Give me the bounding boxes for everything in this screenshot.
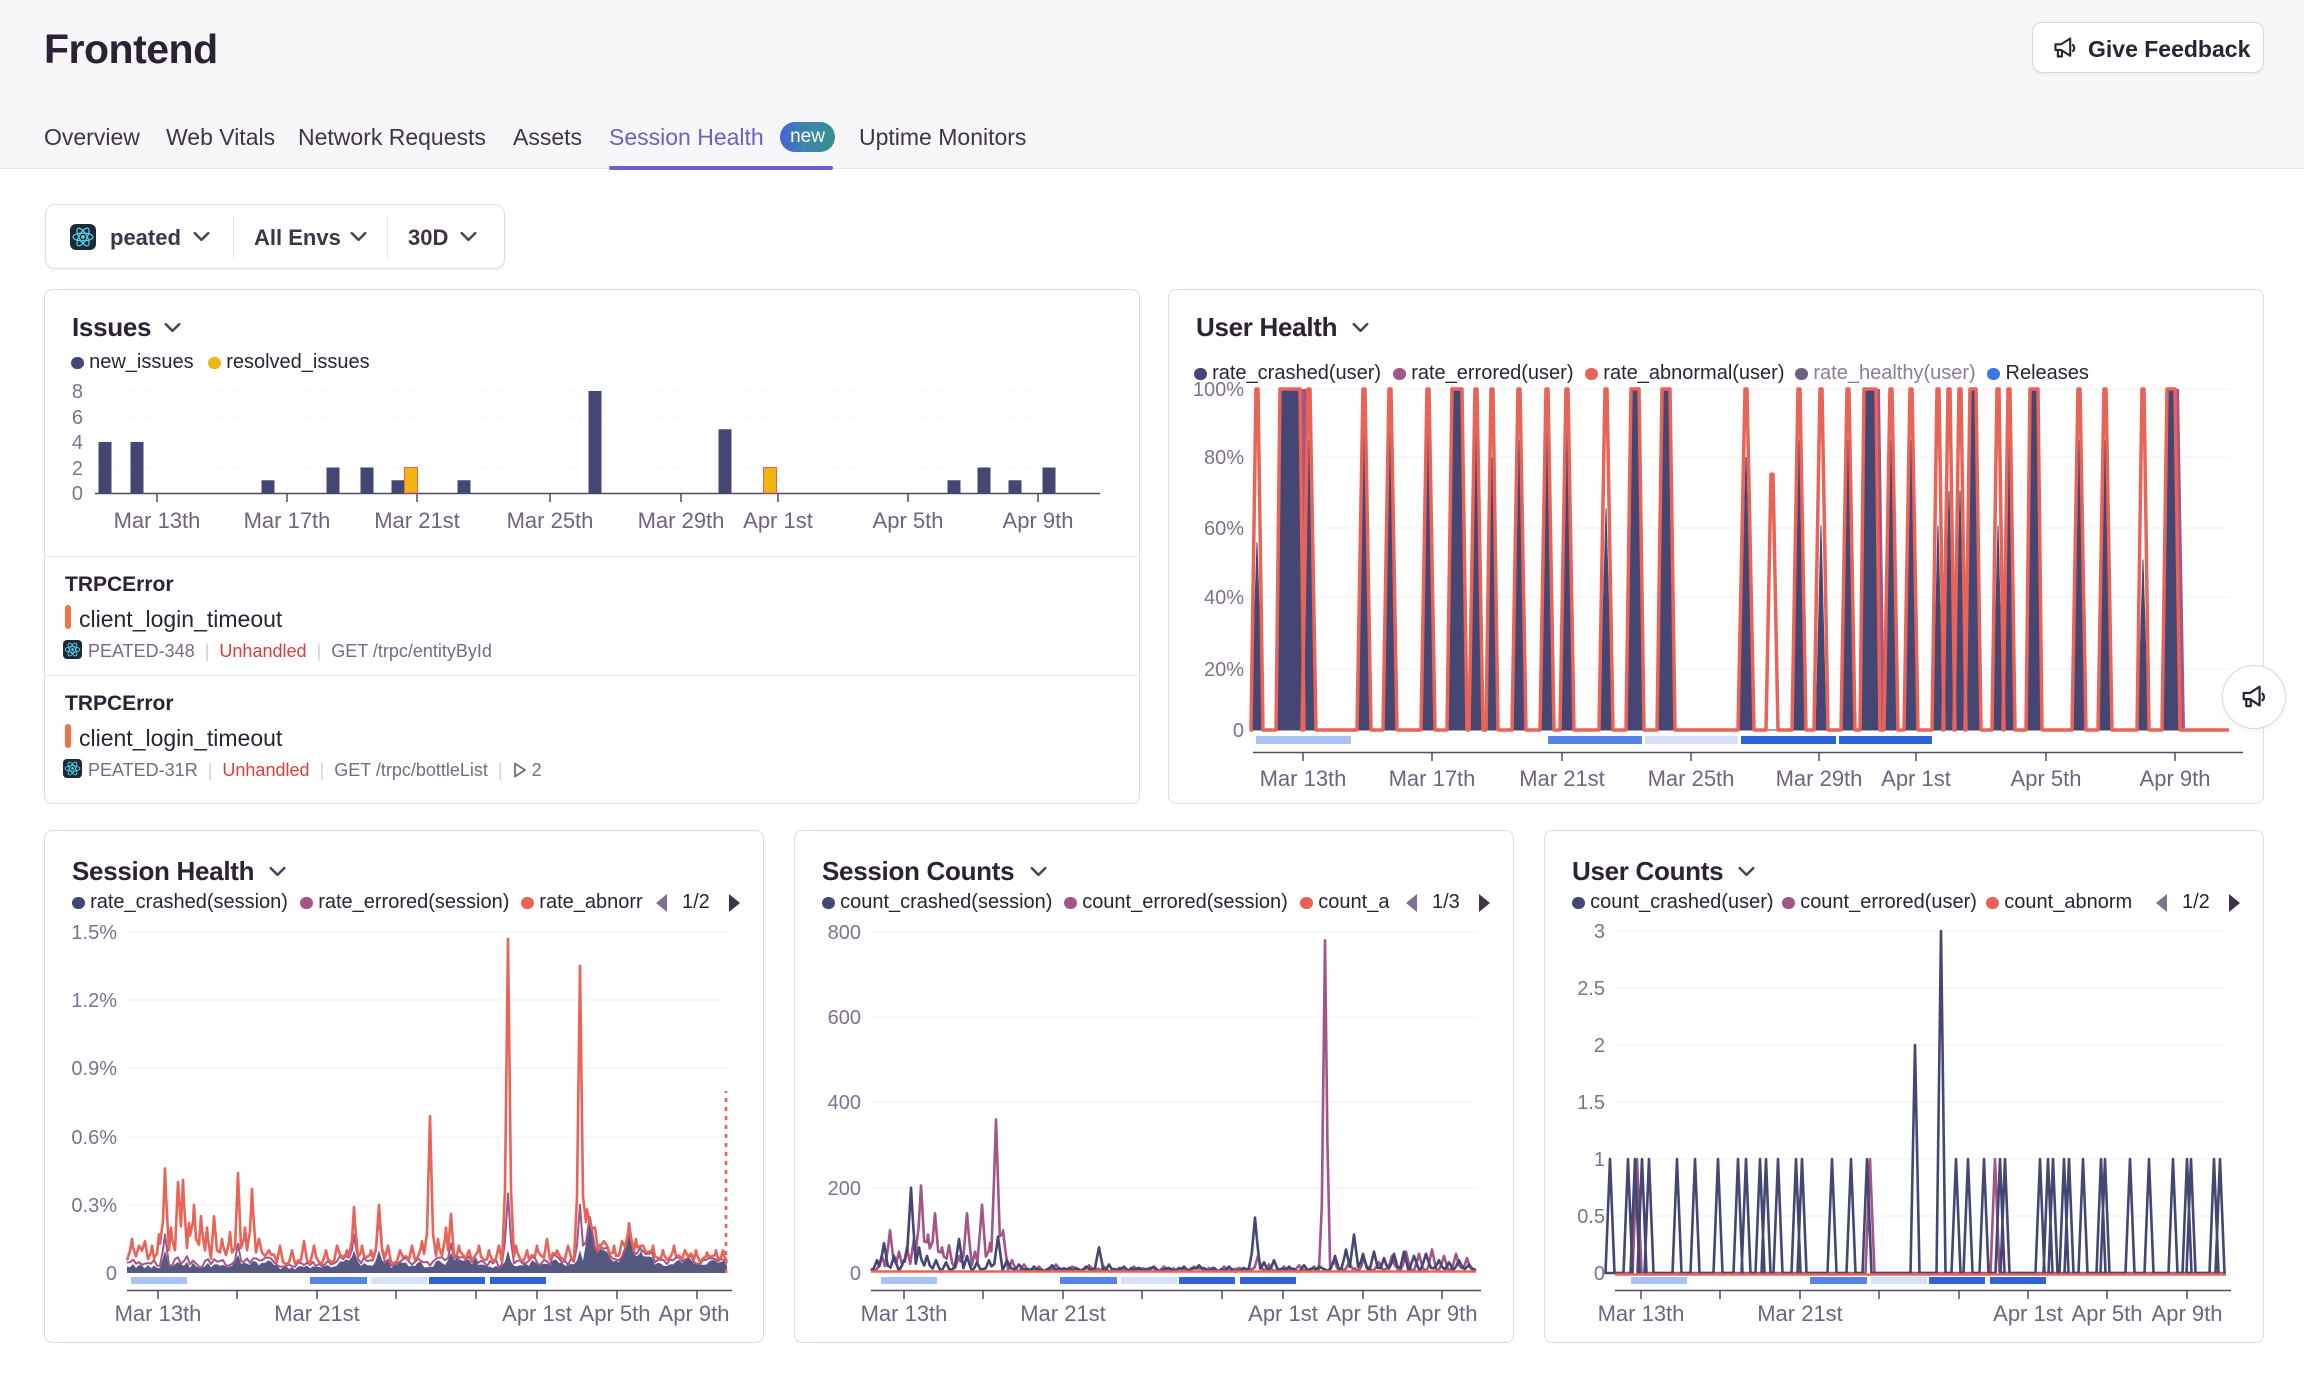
svg-text:Apr 9th: Apr 9th (1003, 508, 1074, 533)
svg-text:Mar 29th: Mar 29th (1776, 766, 1863, 791)
svg-text:40%: 40% (1204, 587, 1244, 609)
svg-text:1: 1 (1594, 1149, 1605, 1171)
svg-text:Mar 21st: Mar 21st (1757, 1301, 1843, 1326)
svg-text:2: 2 (72, 458, 83, 480)
svg-text:6: 6 (72, 407, 83, 429)
svg-text:Mar 29th: Mar 29th (638, 508, 725, 533)
svg-text:0.9%: 0.9% (71, 1058, 117, 1080)
svg-text:Mar 21st: Mar 21st (1519, 766, 1605, 791)
svg-text:Apr 5th: Apr 5th (873, 508, 944, 533)
svg-text:Mar 21st: Mar 21st (374, 508, 460, 533)
svg-text:Apr 1st: Apr 1st (743, 508, 813, 533)
svg-text:2: 2 (1594, 1035, 1605, 1057)
svg-text:1.5%: 1.5% (71, 922, 117, 944)
svg-text:4: 4 (72, 432, 83, 454)
svg-text:Mar 25th: Mar 25th (507, 508, 594, 533)
svg-text:Apr 1st: Apr 1st (1993, 1301, 2063, 1326)
svg-text:3: 3 (1594, 921, 1605, 943)
svg-text:0: 0 (1594, 1263, 1605, 1285)
svg-text:0.3%: 0.3% (71, 1195, 117, 1217)
svg-text:400: 400 (828, 1092, 861, 1114)
svg-text:Mar 13th: Mar 13th (114, 508, 201, 533)
svg-text:100%: 100% (1193, 379, 1244, 401)
svg-text:Apr 5th: Apr 5th (1327, 1301, 1398, 1326)
svg-text:80%: 80% (1204, 447, 1244, 469)
svg-text:Apr 9th: Apr 9th (659, 1301, 730, 1326)
svg-text:200: 200 (828, 1178, 861, 1200)
svg-text:Apr 9th: Apr 9th (1407, 1301, 1478, 1326)
svg-text:8: 8 (72, 381, 83, 403)
svg-text:Apr 1st: Apr 1st (1248, 1301, 1318, 1326)
svg-text:600: 600 (828, 1007, 861, 1029)
svg-text:60%: 60% (1204, 518, 1244, 540)
svg-text:Mar 13th: Mar 13th (1598, 1301, 1685, 1326)
svg-text:Apr 9th: Apr 9th (2152, 1301, 2223, 1326)
svg-text:Apr 1st: Apr 1st (1881, 766, 1951, 791)
svg-text:Mar 17th: Mar 17th (244, 508, 331, 533)
svg-text:Apr 1st: Apr 1st (502, 1301, 572, 1326)
svg-text:Apr 5th: Apr 5th (2072, 1301, 2143, 1326)
svg-text:1.2%: 1.2% (71, 990, 117, 1012)
svg-text:Mar 17th: Mar 17th (1389, 766, 1476, 791)
svg-text:0: 0 (72, 483, 83, 505)
svg-text:0.5: 0.5 (1577, 1206, 1605, 1228)
svg-text:2.5: 2.5 (1577, 978, 1605, 1000)
svg-text:Mar 13th: Mar 13th (861, 1301, 948, 1326)
svg-text:0: 0 (1233, 720, 1244, 742)
svg-text:Mar 21st: Mar 21st (274, 1301, 360, 1326)
svg-text:0.6%: 0.6% (71, 1127, 117, 1149)
svg-text:0: 0 (106, 1263, 117, 1285)
svg-text:Apr 5th: Apr 5th (2011, 766, 2082, 791)
svg-text:Mar 13th: Mar 13th (1260, 766, 1347, 791)
svg-text:0: 0 (850, 1263, 861, 1285)
svg-text:Mar 21st: Mar 21st (1020, 1301, 1106, 1326)
svg-text:Apr 5th: Apr 5th (580, 1301, 651, 1326)
svg-text:20%: 20% (1204, 659, 1244, 681)
svg-text:Mar 25th: Mar 25th (1648, 766, 1735, 791)
svg-text:800: 800 (828, 922, 861, 944)
svg-text:1.5: 1.5 (1577, 1092, 1605, 1114)
svg-text:Apr 9th: Apr 9th (2140, 766, 2211, 791)
svg-text:Mar 13th: Mar 13th (115, 1301, 202, 1326)
